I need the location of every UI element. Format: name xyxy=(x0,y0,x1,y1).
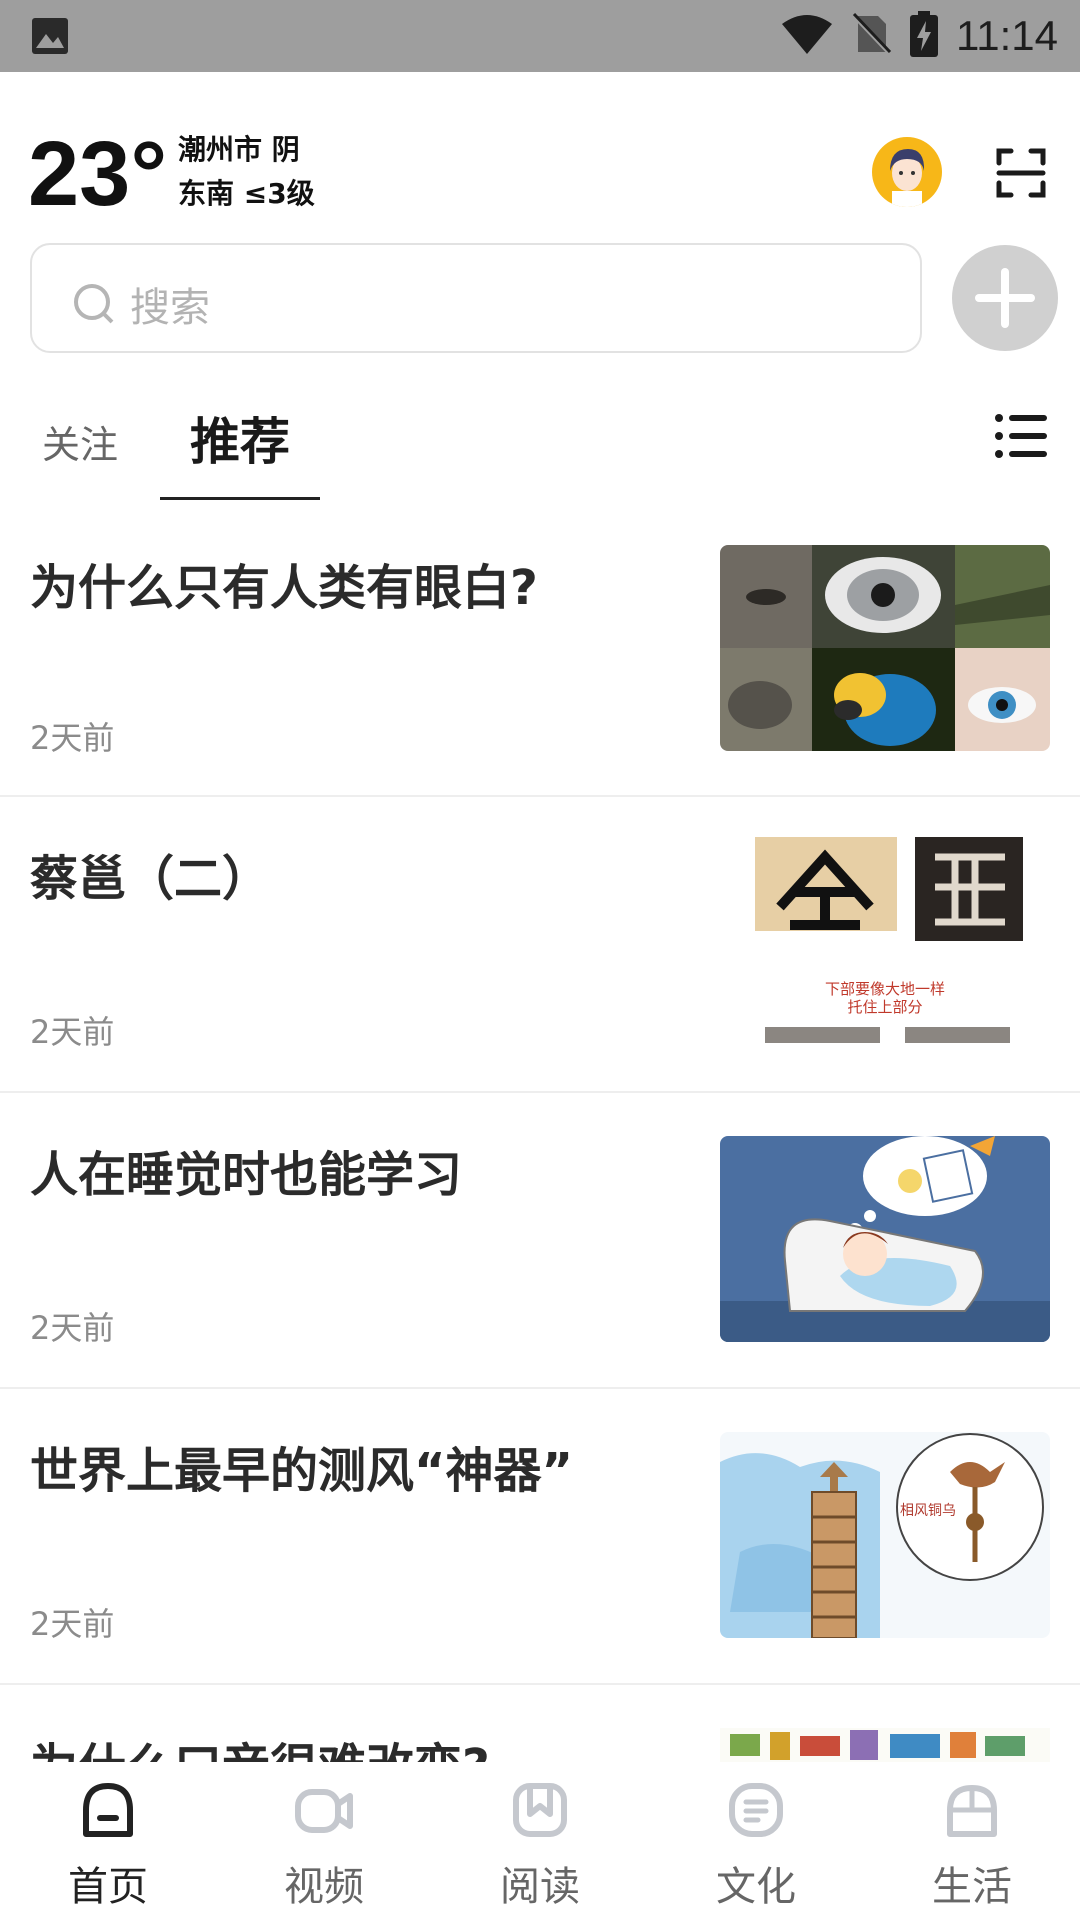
nav-video[interactable]: 视频 xyxy=(216,1762,432,1920)
list-item[interactable]: 为什么只有人类有眼白? 2天前 xyxy=(0,505,1080,797)
weather-info: 潮州市 阴 东南 ≤3级 xyxy=(178,128,315,216)
item-title: 蔡邕（二） xyxy=(30,851,271,907)
nav-home[interactable]: 首页 xyxy=(0,1762,216,1920)
nav-life[interactable]: 生活 xyxy=(864,1762,1080,1920)
active-tab-indicator xyxy=(160,497,320,500)
nav-label: 生活 xyxy=(932,1864,1012,1910)
video-icon xyxy=(295,1789,353,1833)
nav-culture[interactable]: 文化 xyxy=(648,1762,864,1920)
item-title: 为什么只有人类有眼白? xyxy=(30,560,538,616)
item-time: 2天前 xyxy=(30,719,115,757)
nav-label: 文化 xyxy=(716,1864,796,1910)
search-input[interactable]: 搜索 xyxy=(30,243,922,353)
weather-location: 潮州市 阴 xyxy=(178,133,300,166)
calligraphy-thumbnail: 下部要像大地一样 托住上部分 xyxy=(720,837,1050,1043)
weather-wind: 东南 ≤3级 xyxy=(178,177,315,210)
item-title: 为什么口音很难改变? xyxy=(30,1727,490,1762)
list-item[interactable]: 人在睡觉时也能学习 2天前 xyxy=(0,1093,1080,1389)
book-icon xyxy=(513,1783,567,1837)
scan-icon[interactable] xyxy=(996,148,1046,198)
item-time: 2天前 xyxy=(30,1605,115,1643)
battery-charging-icon xyxy=(910,11,938,61)
wifi-icon xyxy=(780,12,834,60)
nav-label: 阅读 xyxy=(500,1864,580,1910)
item-time: 2天前 xyxy=(30,1309,115,1347)
home-icon xyxy=(83,1783,133,1837)
tab-follow[interactable]: 关注 xyxy=(42,414,118,469)
nav-label: 首页 xyxy=(68,1864,148,1910)
gallery-notification-icon xyxy=(30,16,70,60)
add-button[interactable] xyxy=(952,245,1058,351)
bottom-navigation: 首页 视频 阅读 文化 生活 xyxy=(0,1762,1080,1920)
list-item[interactable]: 为什么口音很难改变? xyxy=(0,1685,1080,1762)
nav-label: 视频 xyxy=(284,1864,364,1910)
avatar[interactable] xyxy=(872,137,942,207)
eyes-thumbnail xyxy=(720,545,1050,751)
clock: 11:14 xyxy=(956,12,1058,59)
calligraphy-caption: 下部要像大地一样 托住上部分 xyxy=(824,980,945,1016)
plus-icon xyxy=(975,268,1035,328)
life-icon xyxy=(947,1785,997,1837)
status-bar: 11:14 xyxy=(0,0,1080,72)
list-item[interactable]: 蔡邕（二） 2天前 下部要像大地一样 托住上部分 xyxy=(0,797,1080,1093)
temperature: 23° xyxy=(28,123,168,225)
tab-recommend[interactable]: 推荐 xyxy=(190,402,290,474)
nav-read[interactable]: 阅读 xyxy=(432,1762,648,1920)
sleeping-child-thumbnail xyxy=(720,1136,1050,1342)
culture-icon xyxy=(729,1783,783,1837)
item-time: 2天前 xyxy=(30,1013,115,1051)
wind-vane-thumbnail: 相风铜乌 xyxy=(720,1432,1050,1638)
word-cloud-thumbnail xyxy=(720,1728,1050,1762)
channel-menu-icon[interactable] xyxy=(995,412,1047,464)
item-title: 人在睡觉时也能学习 xyxy=(30,1147,463,1203)
bird-label: 相风铜乌 xyxy=(900,1503,956,1519)
item-title: 世界上最早的测风“神器” xyxy=(30,1443,574,1499)
search-placeholder: 搜索 xyxy=(130,285,210,331)
no-sim-icon xyxy=(852,12,892,60)
search-icon xyxy=(72,282,116,330)
list-item[interactable]: 世界上最早的测风“神器” 2天前 相风铜乌 xyxy=(0,1389,1080,1685)
